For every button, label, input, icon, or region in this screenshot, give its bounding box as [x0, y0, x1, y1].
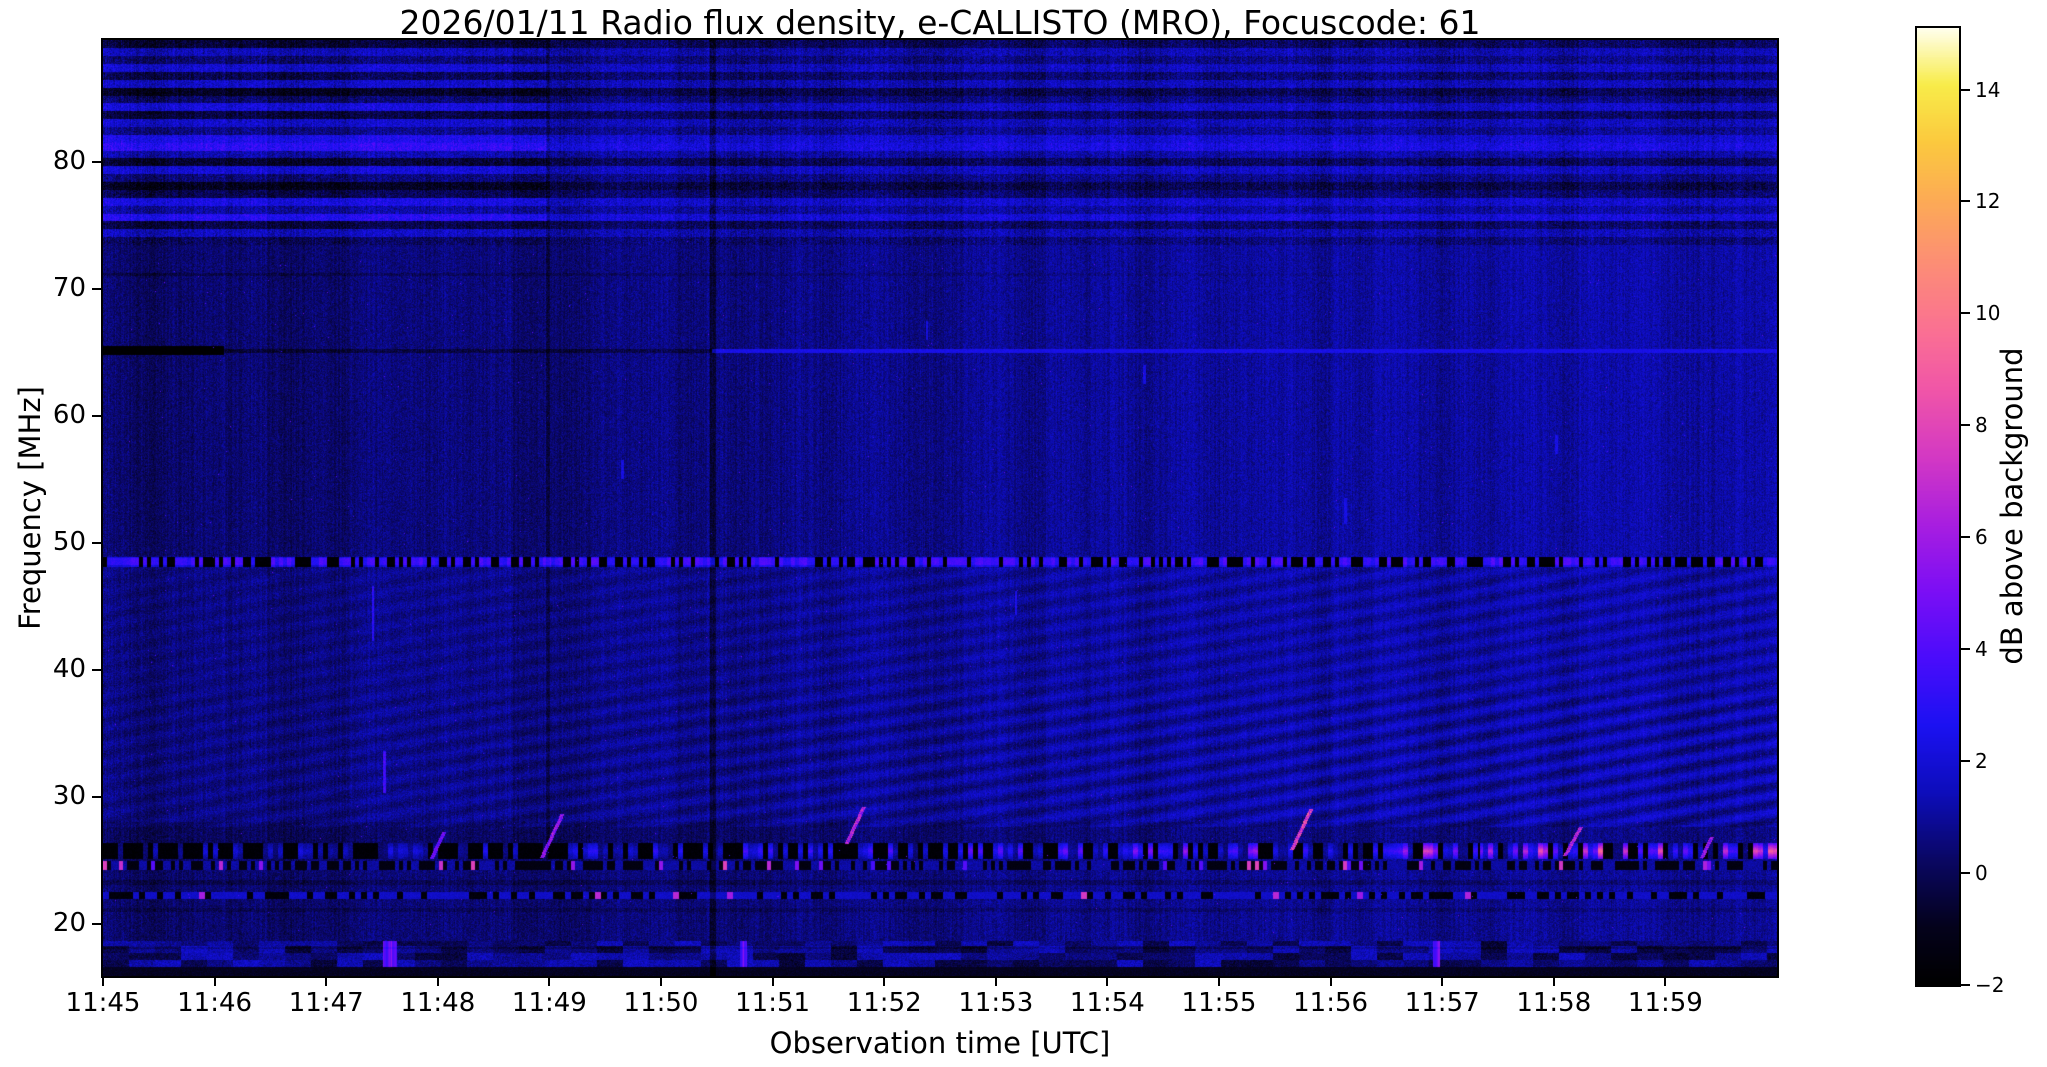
x-tick-label: 11:55	[1181, 988, 1257, 1018]
x-tick-label: 11:53	[958, 988, 1034, 1018]
colorbar-tick-mark	[1961, 312, 1970, 315]
y-tick-mark	[92, 795, 101, 798]
colorbar-tick-mark	[1961, 200, 1970, 203]
x-tick-mark	[1106, 977, 1109, 986]
colorbar-tick-mark	[1961, 536, 1970, 539]
x-tick-label: 11:58	[1516, 988, 1592, 1018]
x-tick-label: 11:45	[65, 988, 141, 1018]
colorbar-tick-mark	[1961, 984, 1970, 986]
colorbar-tick-mark	[1961, 760, 1970, 763]
y-tick-label: 80	[52, 145, 86, 176]
x-tick-mark	[1218, 977, 1220, 986]
x-tick-label: 11:56	[1293, 988, 1369, 1018]
x-tick-label: 11:48	[400, 988, 476, 1018]
y-tick-mark	[92, 668, 101, 671]
y-tick-mark	[92, 541, 101, 544]
x-tick-mark	[771, 977, 774, 986]
x-tick-label: 11:46	[177, 988, 253, 1018]
colorbar-tick-mark	[1961, 872, 1970, 875]
x-tick-mark	[325, 977, 328, 986]
colorbar-tick-label: 10	[1975, 301, 2001, 326]
x-tick-mark	[102, 977, 104, 986]
x-tick-mark	[1441, 977, 1444, 986]
colorbar-tick-label: 8	[1975, 413, 1988, 438]
colorbar-tick-label: 12	[1975, 189, 2001, 214]
y-tick-mark	[92, 160, 101, 163]
colorbar-tick-label: 14	[1975, 77, 2001, 102]
y-tick-label: 60	[52, 399, 86, 430]
x-tick-label: 11:51	[735, 988, 811, 1018]
x-tick-label: 11:57	[1404, 988, 1480, 1018]
x-tick-mark	[1552, 977, 1555, 986]
x-axis-label: Observation time [UTC]	[769, 1026, 1111, 1060]
figure-root: { "figure": { "background": "#ffffff", "…	[0, 0, 2047, 1067]
y-tick-mark	[92, 922, 101, 925]
x-tick-mark	[1664, 977, 1667, 986]
colorbar-tick-label: 2	[1975, 749, 1988, 774]
y-tick-label: 30	[52, 780, 86, 811]
y-tick-label: 40	[52, 653, 86, 684]
x-tick-mark	[994, 977, 997, 986]
colorbar-tick-mark	[1961, 424, 1970, 427]
colorbar-tick-mark	[1961, 88, 1970, 91]
colorbar-tick-mark	[1961, 648, 1970, 651]
y-tick-label: 20	[52, 907, 86, 938]
chart-title: 2026/01/11 Radio flux density, e-CALLIST…	[399, 3, 1481, 42]
y-tick-mark	[92, 287, 101, 290]
y-tick-label: 70	[52, 272, 86, 303]
y-tick-mark	[92, 414, 101, 417]
x-tick-mark	[660, 977, 662, 986]
spectrogram-canvas	[103, 40, 1777, 976]
x-tick-mark	[436, 977, 439, 986]
x-tick-label: 11:50	[623, 988, 699, 1018]
x-tick-mark	[548, 977, 551, 986]
y-tick-label: 50	[52, 526, 86, 557]
x-tick-label: 11:52	[846, 988, 922, 1018]
x-tick-mark	[883, 977, 886, 986]
x-tick-label: 11:47	[288, 988, 364, 1018]
colorbar-tick-label: 0	[1975, 861, 1988, 886]
colorbar-label: dB above background	[1995, 347, 2029, 665]
x-tick-label: 11:49	[511, 988, 587, 1018]
x-tick-label: 11:54	[1069, 988, 1145, 1018]
colorbar-canvas	[1917, 28, 1959, 985]
x-tick-mark	[213, 977, 216, 986]
x-tick-mark	[1329, 977, 1332, 986]
colorbar-tick-label: −2	[1975, 973, 2005, 997]
colorbar-tick-label: 4	[1975, 637, 1988, 662]
colorbar-tick-label: 6	[1975, 525, 1988, 550]
x-tick-label: 11:59	[1627, 988, 1703, 1018]
